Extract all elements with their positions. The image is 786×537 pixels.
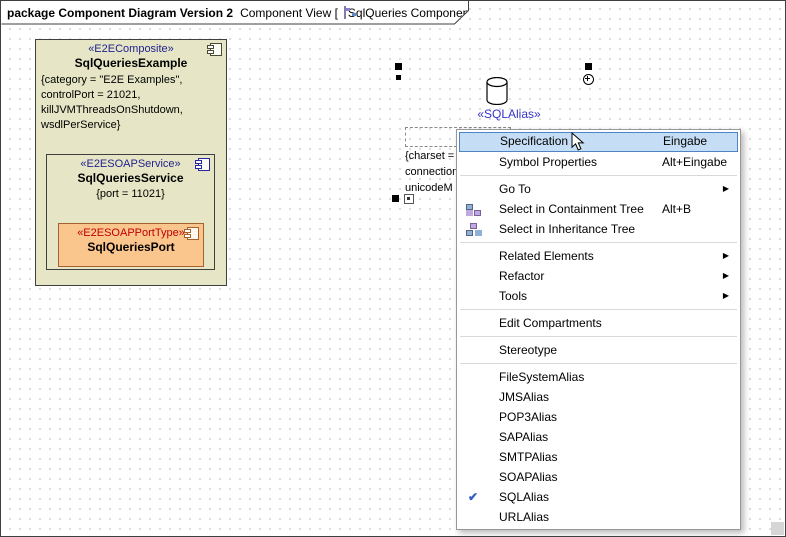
submenu-arrow-icon: ▶ bbox=[723, 287, 729, 305]
component-icon bbox=[187, 227, 199, 240]
check-icon: ✔ bbox=[468, 488, 478, 506]
composite-stereotype: «E2EComposite» bbox=[36, 40, 226, 55]
menu-item-soapalias[interactable]: SOAPAlias bbox=[459, 467, 738, 487]
diagram-editor-window: package Component Diagram Version 2 Comp… bbox=[0, 0, 786, 537]
menu-item-related-elements[interactable]: Related Elements ▶ bbox=[459, 246, 738, 266]
menu-item-jmsalias[interactable]: JMSAlias bbox=[459, 387, 738, 407]
menu-item-sapalias[interactable]: SAPAlias bbox=[459, 427, 738, 447]
tagged-value-line: {category = "E2E Examples", bbox=[41, 73, 222, 88]
menu-item-label: Select in Containment Tree bbox=[499, 202, 644, 216]
menu-item-label: Specification bbox=[500, 134, 568, 148]
inheritance-tree-icon bbox=[466, 223, 481, 236]
frame-diagram-name[interactable]: SqlQueries Components bbox=[348, 6, 479, 20]
tagged-value-line: killJVMThreadsOnShutdown, bbox=[41, 103, 222, 118]
menu-item-stereotype[interactable]: Stereotype bbox=[459, 340, 738, 360]
menu-item-sqlalias[interactable]: ✔ SQLAlias bbox=[459, 487, 738, 507]
menu-item-smtpalias[interactable]: SMTPAlias bbox=[459, 447, 738, 467]
menu-item-label: SAPAlias bbox=[499, 430, 548, 444]
service-stereotype: «E2ESOAPService» bbox=[47, 155, 214, 170]
containment-tree-icon bbox=[466, 203, 481, 216]
component-icon bbox=[198, 158, 210, 171]
menu-item-label: Related Elements bbox=[499, 249, 594, 263]
menu-separator bbox=[460, 242, 737, 243]
expand-handle-icon[interactable] bbox=[404, 194, 414, 204]
menu-item-label: Tools bbox=[499, 289, 527, 303]
selection-handle[interactable] bbox=[392, 195, 399, 202]
menu-shortcut: Alt+Eingabe bbox=[662, 153, 727, 171]
menu-item-label: FileSystemAlias bbox=[499, 370, 584, 384]
menu-item-specification[interactable]: Specification Eingabe bbox=[459, 132, 738, 152]
tagged-value-line: {charset = bbox=[405, 148, 458, 164]
porttype-stereotype: «E2ESOAPPortType» bbox=[59, 224, 203, 239]
menu-item-label: SQLAlias bbox=[499, 490, 549, 504]
composite-tagged-values: {category = "E2E Examples", controlPort … bbox=[36, 72, 226, 133]
menu-item-label: Select in Inheritance Tree bbox=[499, 222, 635, 236]
menu-item-label: Refactor bbox=[499, 269, 544, 283]
menu-item-select-in-containment-tree[interactable]: Select in Containment Tree Alt+B bbox=[459, 199, 738, 219]
service-tagged-value: {port = 11021} bbox=[47, 187, 214, 200]
menu-item-go-to[interactable]: Go To ▶ bbox=[459, 179, 738, 199]
anchor-handle[interactable] bbox=[396, 75, 401, 80]
menu-item-filesystemalias[interactable]: FileSystemAlias bbox=[459, 367, 738, 387]
frame-context-label: Component View [ bbox=[240, 6, 338, 20]
sqlalias-tagged-values: {charset = connection unicodeM bbox=[405, 148, 458, 196]
composite-box-sqlqueriesexample[interactable]: «E2EComposite» SqlQueriesExample {catego… bbox=[35, 39, 227, 286]
menu-item-label: Symbol Properties bbox=[499, 155, 597, 169]
menu-item-label: POP3Alias bbox=[499, 410, 557, 424]
menu-item-label: Stereotype bbox=[499, 343, 557, 357]
menu-shortcut: Eingabe bbox=[663, 133, 707, 150]
frame-keyword: package Component Diagram Version 2 bbox=[7, 6, 233, 20]
menu-item-tools[interactable]: Tools ▶ bbox=[459, 286, 738, 306]
menu-item-symbol-properties[interactable]: Symbol Properties Alt+Eingabe bbox=[459, 152, 738, 172]
sqlalias-stereotype-label[interactable]: «SQLAlias» bbox=[471, 107, 547, 121]
submenu-arrow-icon: ▶ bbox=[723, 267, 729, 285]
menu-separator bbox=[460, 309, 737, 310]
menu-item-label: JMSAlias bbox=[499, 390, 549, 404]
menu-separator bbox=[460, 175, 737, 176]
porttype-box-sqlqueriesport[interactable]: «E2ESOAPPortType» SqlQueriesPort bbox=[58, 223, 204, 267]
tagged-value-line: connection bbox=[405, 164, 458, 180]
anchor-handle[interactable] bbox=[585, 63, 592, 70]
menu-item-label: SOAPAlias bbox=[499, 470, 557, 484]
context-menu: Specification Eingabe Symbol Properties Alt… bbox=[456, 129, 741, 530]
menu-item-select-in-inheritance-tree[interactable]: Select in Inheritance Tree bbox=[459, 219, 738, 239]
tagged-value-line: controlPort = 21021, bbox=[41, 88, 222, 103]
menu-item-edit-compartments[interactable]: Edit Compartments bbox=[459, 313, 738, 333]
menu-item-label: Go To bbox=[499, 182, 531, 196]
porttype-name: SqlQueriesPort bbox=[59, 239, 203, 256]
database-cylinder-icon[interactable] bbox=[486, 77, 508, 110]
scroll-corner bbox=[771, 522, 784, 535]
diagram-frame-header: package Component Diagram Version 2 Comp… bbox=[1, 1, 469, 24]
menu-item-label: SMTPAlias bbox=[499, 450, 557, 464]
tagged-value-line: wsdlPerService} bbox=[41, 118, 222, 133]
menu-item-label: URLAlias bbox=[499, 510, 549, 524]
anchor-handle[interactable] bbox=[395, 63, 402, 70]
menu-separator bbox=[460, 363, 737, 364]
submenu-arrow-icon: ▶ bbox=[723, 247, 729, 265]
composite-name: SqlQueriesExample bbox=[36, 55, 226, 72]
menu-shortcut: Alt+B bbox=[662, 200, 691, 218]
component-icon bbox=[210, 43, 222, 56]
service-name: SqlQueriesService bbox=[47, 170, 214, 187]
submenu-arrow-icon: ▶ bbox=[723, 180, 729, 198]
service-box-sqlqueriesservice[interactable]: «E2ESOAPService» SqlQueriesService {port… bbox=[46, 154, 215, 270]
menu-item-urlalias[interactable]: URLAlias bbox=[459, 507, 738, 527]
menu-item-label: Edit Compartments bbox=[499, 316, 602, 330]
circled-plus-icon[interactable] bbox=[583, 74, 594, 85]
menu-item-pop3alias[interactable]: POP3Alias bbox=[459, 407, 738, 427]
menu-separator bbox=[460, 336, 737, 337]
menu-item-refactor[interactable]: Refactor ▶ bbox=[459, 266, 738, 286]
